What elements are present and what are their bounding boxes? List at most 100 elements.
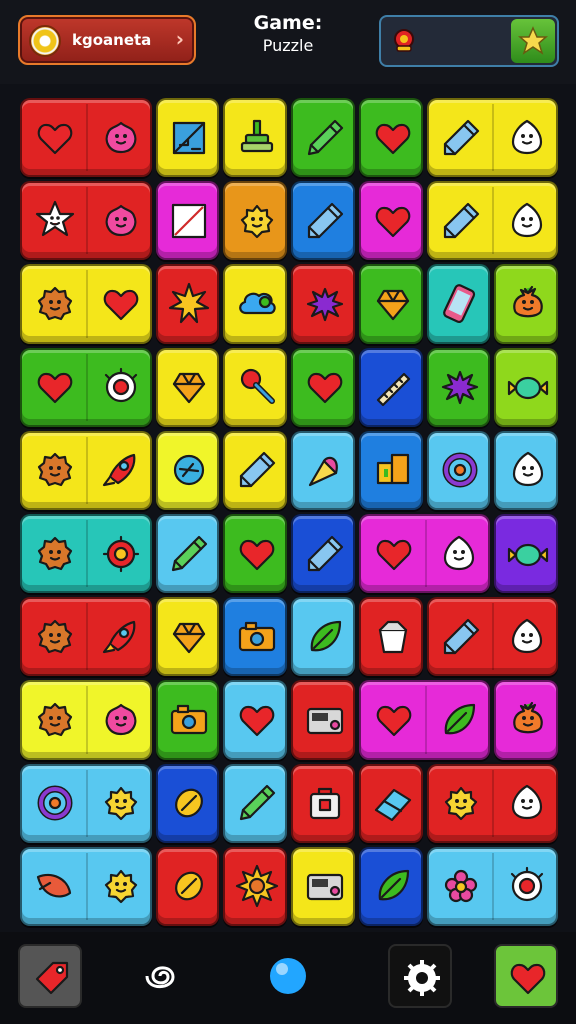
pencil-icon [240,452,276,488]
puzzle-tile[interactable] [155,846,220,926]
puzzle-tile[interactable] [358,597,423,677]
heart-icon [37,123,73,154]
puzzle-tile[interactable] [20,514,152,594]
puzzle-tile[interactable] [358,763,423,843]
puzzle-tile[interactable] [223,430,287,510]
puzzle-tile[interactable] [223,181,287,261]
fish-icon [36,874,71,898]
puzzle-tile[interactable] [358,680,491,760]
puzzle-tile[interactable] [291,597,355,677]
puzzle-tile[interactable] [20,347,152,427]
pencil-icon [307,535,343,571]
puzzle-tile[interactable] [291,514,355,594]
puzzle-tile[interactable] [155,347,220,427]
puzzle-tile[interactable] [291,98,355,178]
puzzle-tile[interactable] [358,181,423,261]
puzzle-tile[interactable] [358,514,491,594]
gear-icon [404,960,440,996]
tile-divider [85,187,88,255]
puzzle-tile[interactable] [155,597,220,677]
back-button[interactable] [18,944,82,1008]
puzzle-tile[interactable] [494,430,558,510]
heart-icon [375,206,410,237]
tile-divider [424,520,427,588]
puzzle-tile[interactable] [223,347,287,427]
puzzle-tile[interactable] [20,98,152,178]
puzzle-tile[interactable] [494,264,558,344]
eraser-icon [374,789,411,822]
bucket-icon [378,620,407,653]
puzzle-tile[interactable] [20,846,152,926]
puzzle-tile[interactable] [223,763,287,843]
title-line-1: Game: [253,12,323,34]
star-button[interactable] [511,19,555,63]
eye-icon [511,867,544,902]
rewards-bar[interactable] [379,15,559,67]
puzzle-tile[interactable] [20,763,152,843]
puzzle-tile[interactable] [291,763,355,843]
puzzle-tile[interactable] [155,763,220,843]
shuffle-button[interactable] [128,944,192,1008]
puzzle-tile[interactable] [426,597,558,677]
puzzle-tile[interactable] [358,98,423,178]
puzzle-tile[interactable] [426,98,558,178]
puzzle-tile[interactable] [155,181,220,261]
stamp-icon [241,119,274,152]
puzzle-tile[interactable] [20,430,152,510]
tile-divider [85,353,88,421]
flag-icon [394,29,414,52]
hint-button[interactable] [256,944,320,1008]
puzzle-tile[interactable] [223,514,287,594]
pencil-icon [444,119,480,155]
puzzle-tile[interactable] [426,181,558,261]
tile-divider [85,520,88,588]
puzzle-tile[interactable] [358,264,423,344]
puzzle-tile[interactable] [155,514,220,594]
puzzle-tile[interactable] [223,846,287,926]
player-badge-button[interactable]: kgoaneta › [18,15,196,65]
puzzle-tile[interactable] [358,846,423,926]
puzzle-tile[interactable] [426,264,491,344]
puzzle-tile[interactable] [494,347,558,427]
puzzle-tile[interactable] [155,98,220,178]
puzzle-tile[interactable] [358,347,423,427]
puzzle-tile[interactable] [20,597,152,677]
puzzle-tile[interactable] [291,430,355,510]
puzzle-tile[interactable] [223,597,287,677]
puzzle-tile[interactable] [291,264,355,344]
puzzle-tile[interactable] [155,264,220,344]
puzzle-tile[interactable] [223,264,287,344]
puzzle-tile[interactable] [494,514,558,594]
pencil-icon [307,202,343,238]
gem-icon [376,289,409,321]
puzzle-tile[interactable] [155,680,220,760]
puzzle-tile[interactable] [223,98,287,178]
eye-icon [104,368,137,403]
puzzle-tile[interactable] [494,680,558,760]
puzzle-tile[interactable] [358,430,423,510]
cookie-face-icon [37,619,72,653]
puzzle-tile[interactable] [291,347,355,427]
smiley-icon [104,787,137,821]
puzzle-tile[interactable] [20,680,152,760]
puzzle-tile[interactable] [155,430,220,510]
puzzle-tile[interactable] [426,763,558,843]
puzzle-tile[interactable] [426,846,558,926]
settings-button[interactable] [388,944,452,1008]
puzzle-tile[interactable] [223,680,287,760]
ghost-face-icon [512,202,543,237]
burst-icon [169,282,210,324]
puzzle-tile[interactable] [20,181,152,261]
puzzle-tile[interactable] [291,680,355,760]
puzzle-tile[interactable] [20,264,152,344]
favorite-button[interactable] [494,944,558,1008]
heart-icon [376,539,411,570]
heart-icon [37,373,73,404]
puzzle-tile[interactable] [291,846,355,926]
puzzle-tile[interactable] [426,347,491,427]
puzzle-tile[interactable] [426,430,491,510]
pencil-icon [444,202,480,238]
orb-icon [270,958,306,994]
radio-icon [306,874,343,901]
puzzle-tile[interactable] [291,181,355,261]
